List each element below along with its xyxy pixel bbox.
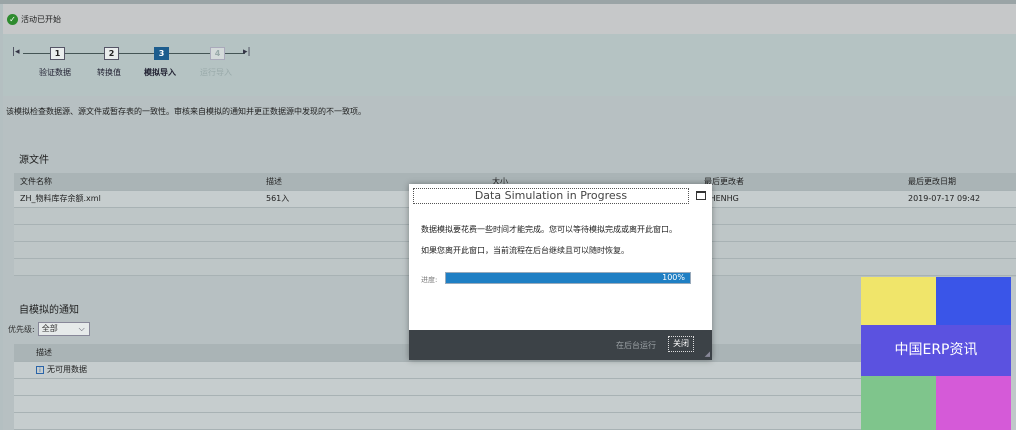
step-4-box: 4 bbox=[210, 47, 225, 60]
status-bar: ✓ 活动已开始 bbox=[3, 4, 1016, 34]
source-files-title: 源文件 bbox=[19, 155, 49, 166]
step-2-box[interactable]: 2 bbox=[104, 47, 119, 60]
row-gutter-header bbox=[14, 344, 32, 362]
empty-text: 无可用数据 bbox=[47, 365, 87, 374]
step-2-label[interactable]: 转换值 bbox=[97, 67, 121, 78]
chevron-down-icon: ⌵ bbox=[78, 324, 85, 333]
logo-block bbox=[936, 376, 1011, 430]
step-1-label[interactable]: 验证数据 bbox=[39, 67, 71, 78]
dialog-message-2: 如果您离开此窗口，当前流程在后台继续且可以随时恢复。 bbox=[421, 246, 629, 255]
step-4-label: 运行导入 bbox=[200, 68, 232, 77]
changed-date-cell: 2019-07-17 09:42 bbox=[902, 190, 1016, 208]
dialog-footer: 在后台运行 关闭 ◢ bbox=[409, 330, 712, 360]
wizard-start-icon: |◂ bbox=[12, 47, 20, 57]
file-name-cell: ZH_物料库存余额.xml bbox=[14, 190, 260, 208]
check-circle-icon: ✓ bbox=[7, 13, 18, 25]
run-in-background-button[interactable]: 在后台运行 bbox=[616, 340, 656, 351]
status-text: 活动已开始 bbox=[21, 14, 61, 24]
progress-label: 进度: bbox=[421, 276, 438, 284]
dialog-title: Data Simulation in Progress bbox=[413, 188, 689, 204]
simulation-dialog: Data Simulation in Progress 数据模拟要花费一些时间才… bbox=[409, 184, 712, 360]
step-3-box[interactable]: 3 bbox=[154, 47, 169, 60]
column-header[interactable]: 文件名称 bbox=[14, 173, 260, 191]
column-header[interactable]: 最后更改者 bbox=[698, 173, 902, 191]
dialog-message-1: 数据模拟要花费一些时间才能完成。您可以等待模拟完成或离开此窗口。 bbox=[421, 225, 677, 234]
column-header[interactable]: 最后更改日期 bbox=[902, 173, 1016, 191]
priority-filter: 优先级: 全部 ⌵ bbox=[8, 322, 90, 336]
progress-fill bbox=[446, 273, 690, 283]
maximize-icon[interactable] bbox=[696, 191, 706, 200]
info-icon: i bbox=[36, 365, 44, 374]
logo-block bbox=[936, 277, 1011, 325]
priority-select[interactable]: 全部 ⌵ bbox=[37, 322, 90, 336]
priority-value: 全部 bbox=[41, 324, 58, 333]
changed-by-cell: CHENHG bbox=[698, 190, 902, 208]
notifications-title: 自模拟的通知 bbox=[19, 305, 79, 316]
close-button[interactable]: 关闭 bbox=[668, 336, 694, 352]
watermark-text: 中国ERP资讯 bbox=[861, 325, 1011, 376]
priority-label: 优先级: bbox=[8, 324, 35, 334]
wizard-steps: |◂ ▸| 1 验证数据 2 转换值 3 模拟导入 4 运行导入 bbox=[3, 34, 1016, 96]
right-edge bbox=[1011, 277, 1016, 430]
progress-text: 100% bbox=[662, 273, 685, 282]
logo-block bbox=[861, 376, 936, 430]
wizard-end-icon: ▸| bbox=[243, 47, 251, 57]
simulation-description: 该模拟检查数据源、源文件或暂存表的一致性。审核来自模拟的通知并更正数据源中发现的… bbox=[6, 107, 366, 116]
logo-block bbox=[861, 277, 936, 325]
step-1-box[interactable]: 1 bbox=[50, 47, 65, 60]
watermark-logo: 中国ERP资讯 bbox=[861, 277, 1011, 430]
step-3-label[interactable]: 模拟导入 bbox=[144, 67, 176, 78]
progress-bar: 100% bbox=[445, 272, 691, 284]
resize-grip-icon[interactable]: ◢ bbox=[705, 350, 710, 358]
